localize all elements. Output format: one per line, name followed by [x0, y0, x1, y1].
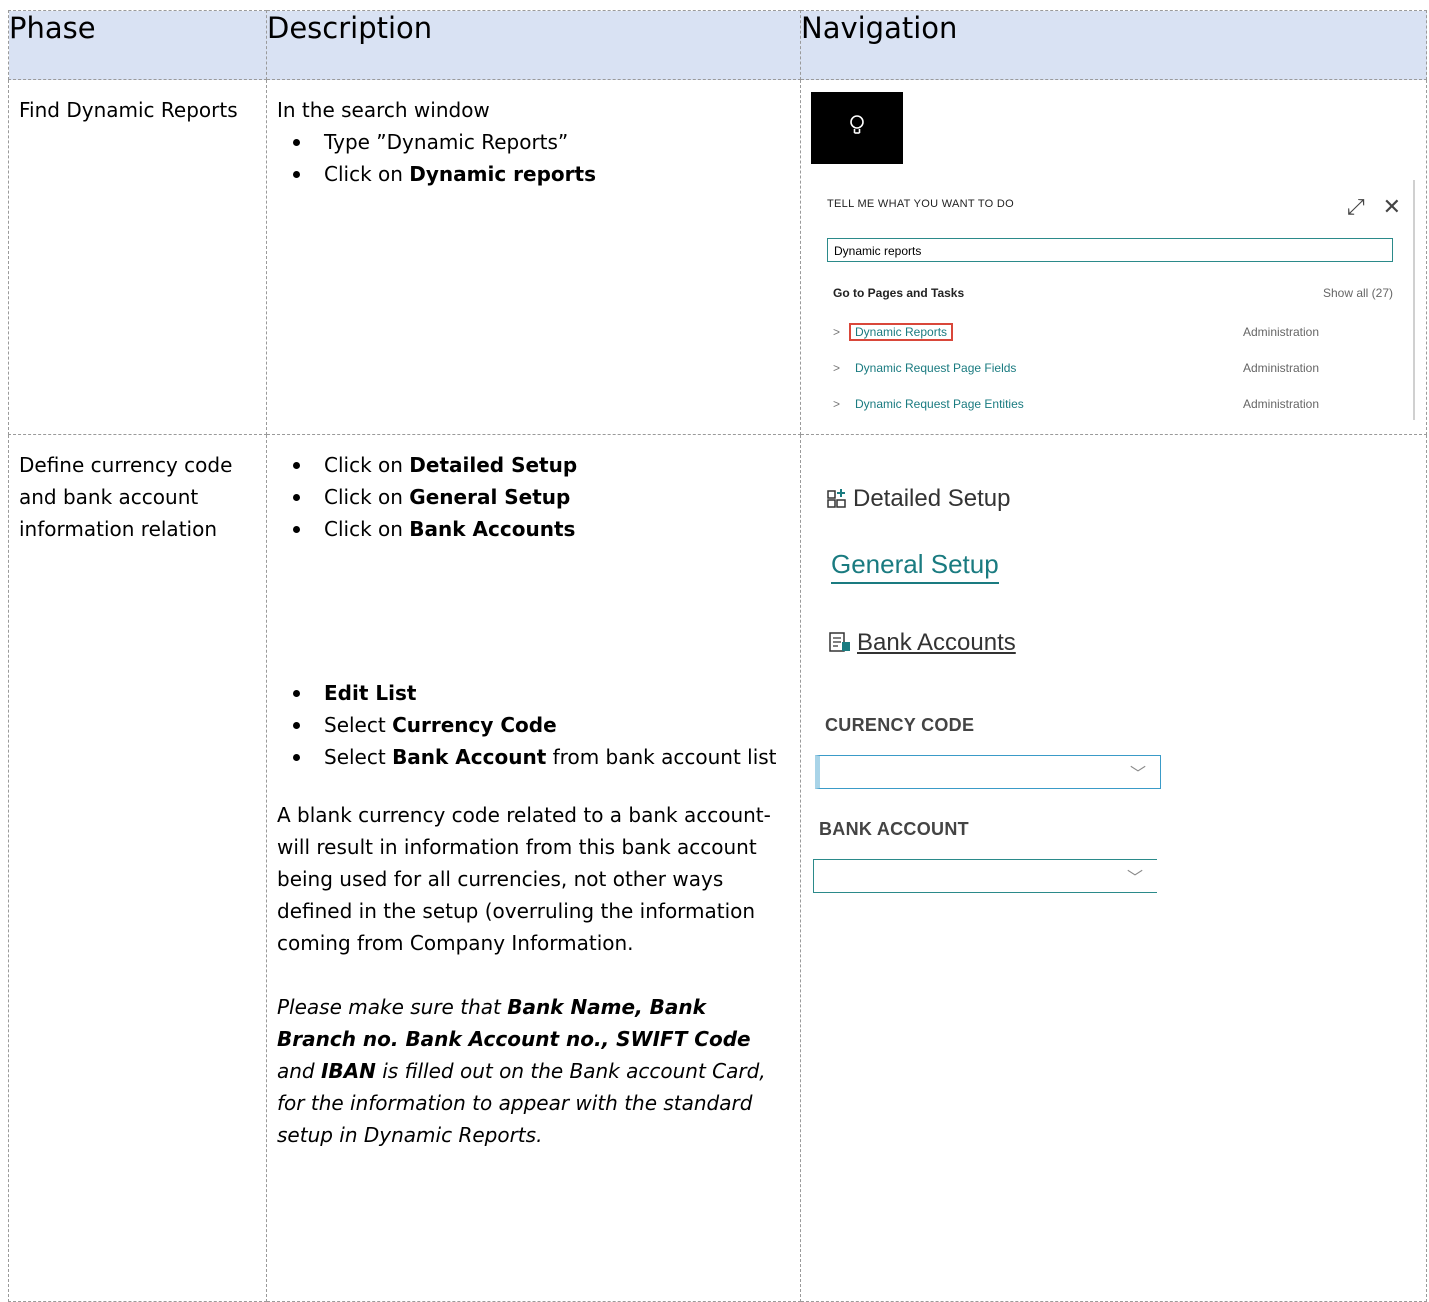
detailed-setup-label: Detailed Setup: [853, 485, 1011, 512]
instructions-table: Phase Description Navigation Find Dynami…: [8, 10, 1427, 1302]
header-navigation: Navigation: [800, 10, 1427, 80]
result-category: Administration: [1243, 397, 1320, 411]
list-item: Type ”Dynamic Reports”: [277, 126, 790, 158]
description-cell: In the search window Type ”Dynamic Repor…: [266, 79, 801, 435]
chevron-right-icon: >: [833, 397, 841, 411]
bank-account-dropdown[interactable]: ﹀: [813, 859, 1157, 893]
bank-accounts-label: Bank Accounts: [857, 629, 1016, 656]
chevron-down-icon: ﹀: [1126, 870, 1143, 887]
search-input[interactable]: Dynamic reports: [827, 238, 1393, 262]
list-item: Select Currency Code: [277, 709, 790, 741]
show-all-link[interactable]: Show all (27): [1323, 286, 1393, 300]
italic-note: Please make sure that Bank Name, Bank Br…: [277, 995, 766, 1147]
result-category: Administration: [1243, 325, 1320, 339]
general-setup-tab[interactable]: General Setup: [831, 549, 999, 584]
phase-cell: Define currency code and bank account in…: [8, 434, 267, 1302]
setup-icon: [827, 489, 846, 508]
tell-me-panel: TELL ME WHAT YOU WANT TO DO ⤢ ✕ Dynamic r…: [827, 180, 1415, 420]
header-description: Description: [266, 10, 801, 80]
bank-accounts-action[interactable]: Bank Accounts: [829, 629, 1016, 657]
note-paragraph: A blank currency code related to a bank …: [277, 803, 771, 955]
group-label: Go to Pages and Tasks: [833, 286, 965, 300]
bullet-list: Click on Detailed Setup Click on General…: [277, 449, 790, 545]
phase-text: Find Dynamic Reports: [19, 98, 238, 122]
result-link[interactable]: Dynamic Request Page Fields: [855, 356, 1016, 380]
list-item: Click on Detailed Setup: [277, 449, 790, 481]
table-row: Find Dynamic Reports In the search windo…: [8, 79, 1427, 435]
result-row[interactable]: > Dynamic Reports Administration: [833, 320, 1413, 344]
chevron-right-icon: >: [833, 361, 841, 375]
detailed-setup-action[interactable]: Detailed Setup: [827, 485, 1010, 513]
bank-account-label: BANK ACCOUNT: [819, 819, 969, 839]
navigation-cell: TELL ME WHAT YOU WANT TO DO ⤢ ✕ Dynamic r…: [800, 79, 1427, 435]
chevron-right-icon: >: [833, 325, 841, 339]
table-row: Define currency code and bank account in…: [8, 434, 1427, 1302]
currency-code-dropdown[interactable]: ﹀: [815, 755, 1161, 789]
description-cell: Click on Detailed Setup Click on General…: [266, 434, 801, 1302]
bank-accounts-icon: [829, 632, 850, 652]
list-item: Click on General Setup: [277, 481, 790, 513]
bullet-list: Type ”Dynamic Reports” Click on Dynamic …: [277, 126, 790, 190]
header-row: Phase Description Navigation: [8, 10, 1427, 80]
result-row[interactable]: > Dynamic Request Page Fields Administra…: [833, 356, 1413, 380]
phase-cell: Find Dynamic Reports: [8, 79, 267, 435]
phase-text: Define currency code and bank account in…: [19, 453, 233, 541]
lightbulb-icon: [850, 115, 864, 134]
chevron-down-icon: ﹀: [1129, 766, 1146, 783]
result-link[interactable]: Dynamic Request Page Entities: [855, 392, 1024, 416]
result-row[interactable]: > Dynamic Request Page Entities Administ…: [833, 392, 1413, 416]
navigation-cell: Detailed Setup General Setup Bank Accoun…: [800, 434, 1427, 1302]
close-icon[interactable]: ✕: [1383, 194, 1401, 219]
description-intro: In the search window: [277, 98, 490, 122]
bullet-list: Edit List Select Currency Code Select Ba…: [277, 677, 790, 773]
result-category: Administration: [1243, 361, 1320, 375]
result-link-dynamic-reports[interactable]: Dynamic Reports: [849, 323, 954, 341]
panel-title: TELL ME WHAT YOU WANT TO DO: [827, 198, 1014, 210]
currency-code-label: CURENCY CODE: [825, 715, 975, 735]
lightbulb-button[interactable]: [811, 92, 903, 164]
expand-icon[interactable]: ⤢: [1347, 194, 1365, 219]
list-item: Edit List: [277, 677, 790, 709]
list-item: Select Bank Account from bank account li…: [277, 741, 790, 773]
list-item: Click on Bank Accounts: [277, 513, 790, 545]
list-item: Click on Dynamic reports: [277, 158, 790, 190]
header-phase: Phase: [8, 10, 267, 80]
